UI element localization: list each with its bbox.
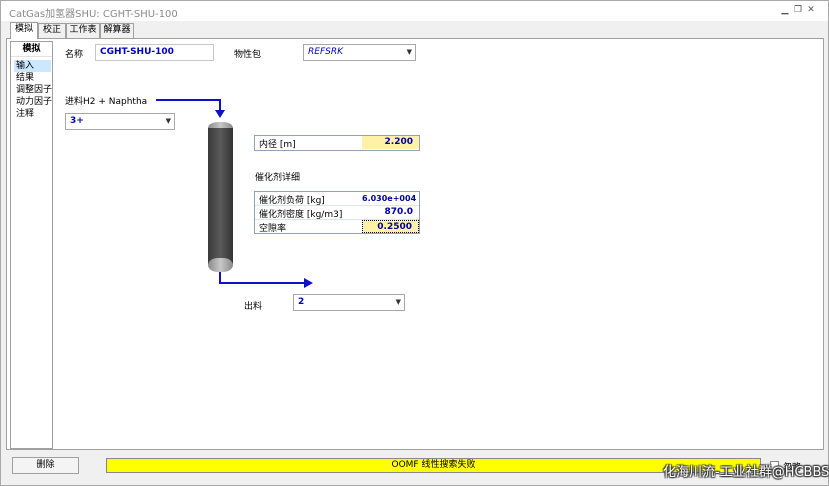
chevron-down-icon: ▼ [165, 117, 171, 125]
tab-simulation[interactable]: 模拟 [10, 22, 38, 39]
watermark-text: 化海川流-工业社群@HCBBS [663, 465, 829, 480]
chevron-down-icon: ▼ [395, 298, 401, 306]
minimize-icon[interactable]: ▁ [779, 5, 791, 16]
grid-row-catalyst-density: 催化剂密度 [kg/m3] 870.0 [255, 206, 419, 220]
tab-label: 校正 [42, 25, 61, 35]
delete-button[interactable]: 删除 [12, 457, 79, 474]
sidebar-item-tuning-factors[interactable]: 调整因子 [14, 84, 52, 96]
catalyst-density-label: 催化剂密度 [kg/m3] [259, 210, 343, 220]
diameter-grid: 内径 [m] 2.200 [254, 135, 420, 151]
title-bar: CatGas加氢器SHU: CGHT-SHU-100 ▁ ❐ ✕ [1, 1, 828, 21]
product-stream-select[interactable]: 2 ▼ [293, 294, 405, 311]
close-icon[interactable]: ✕ [805, 5, 817, 16]
product-label: 出料 [244, 302, 263, 312]
catalyst-density-value[interactable]: 870.0 [362, 206, 419, 219]
tab-calibration[interactable]: 校正 [38, 23, 66, 38]
void-fraction-label: 空隙率 [259, 224, 287, 234]
tab-solver[interactable]: 解算器 [100, 23, 134, 38]
sidebar-item-kinetic-factors[interactable]: 动力因子 [14, 96, 52, 108]
catalyst-grid: 催化剂负荷 [kg] 6.030e+004 催化剂密度 [kg/m3] 870.… [254, 191, 420, 234]
property-package-select[interactable]: REFSRK ▼ [303, 44, 416, 61]
chevron-down-icon: ▼ [406, 48, 412, 56]
grid-row-catalyst-load: 催化剂负荷 [kg] 6.030e+004 [255, 192, 419, 206]
diameter-label: 内径 [m] [259, 140, 296, 150]
feed-label: 进料H2 + Naphtha [65, 97, 148, 107]
tab-label: 工作表 [69, 25, 97, 35]
grid-row-void-fraction: 空隙率 0.2500 [255, 220, 419, 234]
window-title: CatGas加氢器SHU: CGHT-SHU-100 [9, 9, 178, 20]
tab-label: 解算器 [103, 25, 131, 35]
product-stream-value: 2 [298, 297, 305, 307]
sidebar-item-notes[interactable]: 注释 [14, 108, 51, 120]
grid-row-diameter: 内径 [m] 2.200 [255, 136, 419, 150]
name-input[interactable]: CGHT-SHU-100 [95, 44, 214, 61]
catalyst-load-value[interactable]: 6.030e+004 [362, 192, 419, 205]
tab-label: 模拟 [14, 24, 33, 34]
catalyst-section-label: 催化剂详细 [255, 173, 301, 183]
feed-stream-value: 3+ [70, 116, 84, 126]
sidebar-item-results[interactable]: 结果 [14, 72, 51, 84]
property-package-value: REFSRK [308, 47, 343, 57]
sidebar-nav: 模拟 输入 结果 调整因子 动力因子 注释 [10, 41, 53, 449]
dialog-window: CatGas加氢器SHU: CGHT-SHU-100 ▁ ❐ ✕ 模拟 校正 工… [0, 0, 829, 486]
feed-stream-select[interactable]: 3+ ▼ [65, 113, 175, 130]
void-fraction-value[interactable]: 0.2500 [362, 220, 419, 233]
catalyst-load-label: 催化剂负荷 [kg] [259, 196, 325, 206]
name-label: 名称 [65, 50, 84, 60]
sidebar-item-input[interactable]: 输入 [14, 60, 51, 72]
sidebar-header: 模拟 [11, 42, 52, 57]
restore-icon[interactable]: ❐ [792, 5, 804, 16]
property-package-label: 物性包 [234, 50, 262, 60]
diameter-value[interactable]: 2.200 [362, 136, 419, 149]
tab-worksheet[interactable]: 工作表 [66, 23, 100, 38]
